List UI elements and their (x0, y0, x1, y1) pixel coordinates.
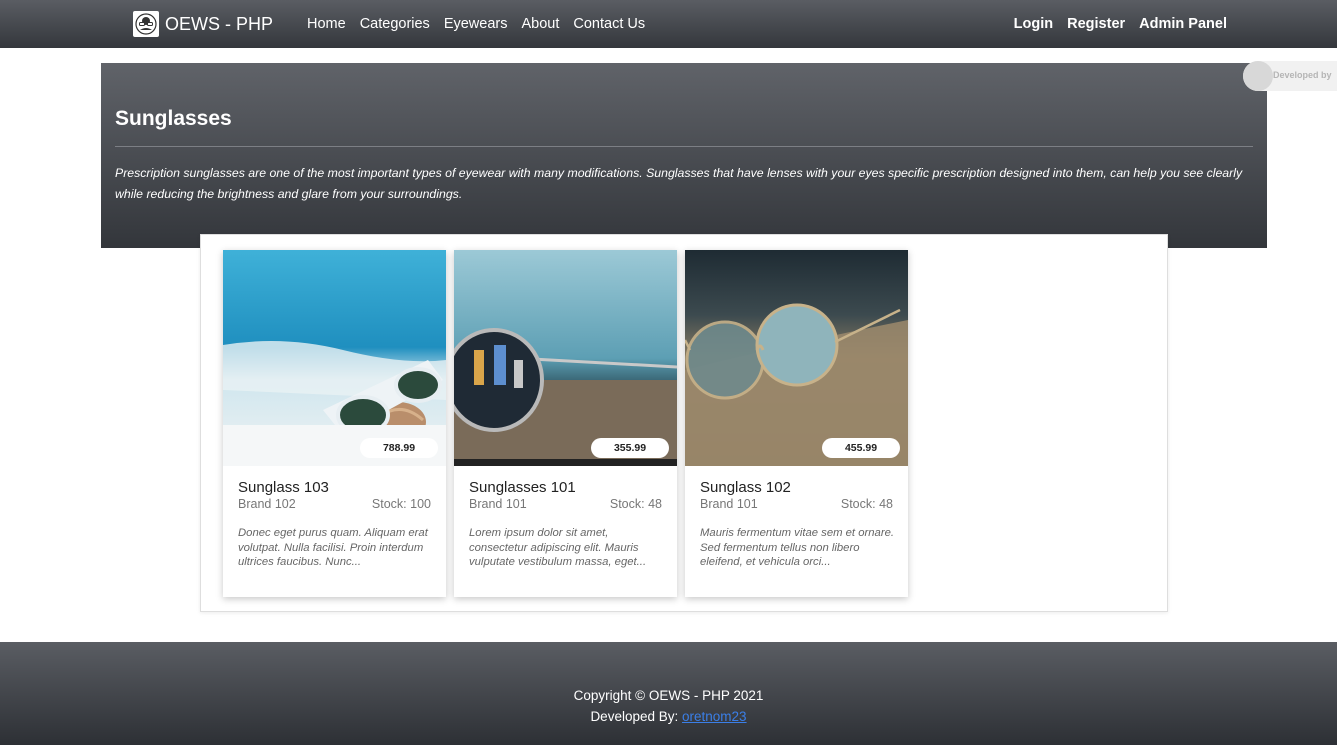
brand-link[interactable]: OEWS - PHP (133, 10, 273, 38)
product-name[interactable]: Sunglass 103 (238, 479, 329, 496)
developed-by-side-tab[interactable]: Developed by (1243, 61, 1337, 91)
header-divider (115, 146, 1253, 147)
product-card[interactable]: 455.99 Sunglass 102 Brand 101 Stock: 48 … (685, 250, 908, 597)
price-badge: 355.99 (591, 438, 669, 458)
nav-categories[interactable]: Categories (353, 16, 437, 32)
brand-name: OEWS - PHP (165, 13, 274, 34)
eyeglasses-logo-icon (133, 11, 159, 37)
product-image (454, 250, 677, 466)
account-nav: Login Register Admin Panel (1007, 0, 1234, 48)
footer-copyright: Copyright © OEWS - PHP 2021 (573, 688, 764, 703)
product-image (223, 250, 446, 466)
nav-contact-us[interactable]: Contact Us (566, 16, 652, 32)
product-card[interactable]: 355.99 Sunglasses 101 Brand 101 Stock: 4… (454, 250, 677, 597)
category-header: Sunglasses Prescription sunglasses are o… (101, 63, 1267, 248)
side-tab-knob (1243, 61, 1273, 91)
top-navbar: OEWS - PHP Home Categories Eyewears Abou… (0, 0, 1337, 48)
side-tab-label: Developed by (1273, 70, 1332, 80)
nav-home[interactable]: Home (300, 16, 353, 32)
price-badge: 455.99 (822, 438, 900, 458)
category-title: Sunglasses (115, 107, 232, 130)
product-brand: Brand 101 (700, 497, 758, 511)
category-description: Prescription sunglasses are one of the m… (115, 166, 1243, 201)
main-nav: Home Categories Eyewears About Contact U… (300, 0, 652, 48)
product-stock: Stock: 48 (840, 497, 893, 511)
register-link[interactable]: Register (1060, 16, 1132, 32)
page-footer: Copyright © OEWS - PHP 2021 Developed By… (0, 642, 1337, 745)
product-card[interactable]: 788.99 Sunglass 103 Brand 102 Stock: 100… (223, 250, 446, 597)
product-brand: Brand 101 (469, 497, 527, 511)
product-description: Mauris fermentum vitae sem et ornare. Se… (700, 527, 894, 568)
product-description: Lorem ipsum dolor sit amet, consectetur … (469, 527, 647, 568)
product-stock: Stock: 100 (371, 497, 431, 511)
product-name[interactable]: Sunglasses 101 (469, 479, 576, 496)
footer-developed-by: Developed By: oretnom23 (0, 709, 1337, 724)
admin-panel-link[interactable]: Admin Panel (1132, 16, 1234, 32)
product-stock: Stock: 48 (609, 497, 662, 511)
login-link[interactable]: Login (1007, 16, 1060, 32)
nav-eyewears[interactable]: Eyewears (437, 16, 515, 32)
developed-by-label: Developed By: (590, 709, 679, 724)
developer-link[interactable]: oretnom23 (682, 709, 747, 724)
price-badge: 788.99 (360, 438, 438, 458)
product-name[interactable]: Sunglass 102 (700, 479, 791, 496)
product-brand: Brand 102 (238, 497, 296, 511)
product-description: Donec eget purus quam. Aliquam erat volu… (238, 527, 428, 568)
product-list-panel: 788.99 Sunglass 103 Brand 102 Stock: 100… (200, 234, 1168, 612)
nav-about[interactable]: About (514, 16, 566, 32)
product-image (685, 250, 908, 466)
